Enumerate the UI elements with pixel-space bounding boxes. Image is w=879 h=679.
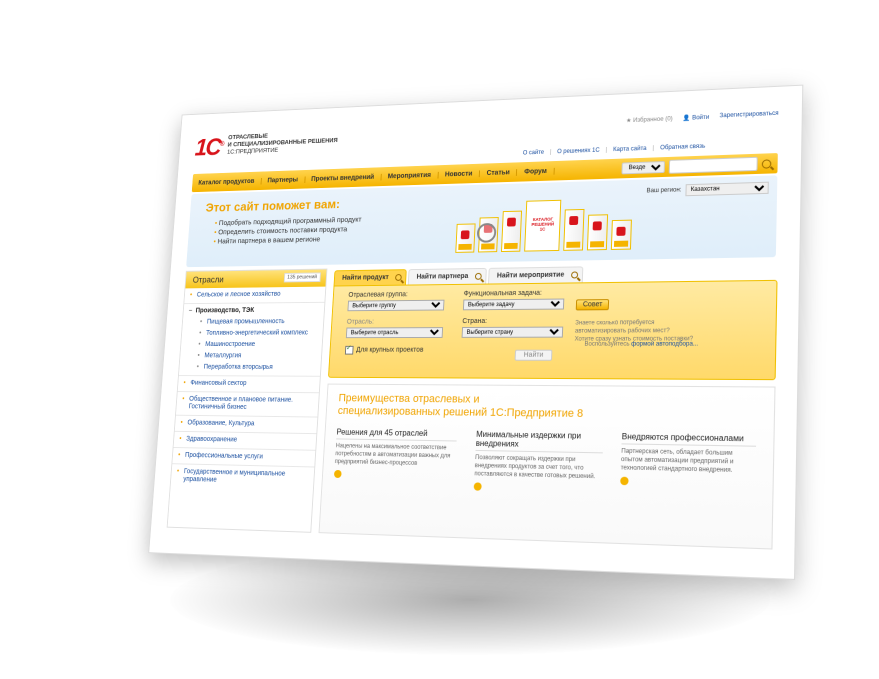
nav-forum[interactable]: Форум (517, 167, 554, 175)
link-feedback[interactable]: Обратная связь (660, 144, 705, 152)
sidebar-item-agriculture[interactable]: Сельское и лесное хозяйство (185, 287, 326, 300)
link-sitemap[interactable]: Карта сайта (613, 146, 647, 153)
region-label: Ваш регион: (646, 187, 681, 194)
product-box (563, 209, 584, 251)
industry-group-field: Отраслевая группа: Выберите группу (347, 291, 444, 311)
product-box (587, 214, 608, 250)
search-scope-select[interactable]: Везде (621, 161, 665, 174)
sidebar-item-education[interactable]: Образование, Культура (175, 415, 317, 430)
product-search-form: Отраслевая группа: Выберите группу Функц… (328, 280, 778, 380)
product-box (455, 223, 475, 252)
sidebar-item-fuel[interactable]: Топливно-энергетический комплекс (182, 326, 323, 338)
sidebar-item-metallurgy[interactable]: Металлургия (180, 349, 322, 361)
sidebar-item-production[interactable]: Производство, ТЭК (183, 302, 324, 315)
advantages-section: Преимущества отраслевых и специализирова… (319, 384, 776, 550)
info-links: О сайте | О решениях 1С | Карта сайта | Обр… (523, 144, 706, 157)
advantage-column: Внедряются профессионалами Партнерская с… (620, 432, 756, 489)
login-link[interactable]: 👤 Войти (683, 114, 710, 122)
sidebar-item-food[interactable]: Пищевая промышленность (183, 314, 324, 326)
search-icon (395, 274, 402, 281)
large-projects-option: Для крупных проектов (345, 346, 424, 355)
logo-1c: 1С® (194, 133, 223, 159)
advice-button[interactable]: Совет (576, 299, 610, 310)
task-select[interactable]: Выберите задачу (463, 299, 564, 311)
region-selector: Ваш регион: Казахстан (646, 182, 768, 198)
website-page: 1С® ОТРАСЛЕВЫЕ И СПЕЦИАЛИЗИРОВАННЫЕ РЕШЕ… (148, 85, 803, 580)
industries-sidebar: Отрасли 135 решений Сельское и лесное хо… (167, 269, 328, 533)
search-icon[interactable] (762, 159, 772, 168)
advice-hint: Знаете сколько потребуется автоматизиров… (574, 319, 693, 344)
nav-partners[interactable]: Партнеры (261, 176, 305, 184)
nav-catalog[interactable]: Каталог продуктов (192, 178, 261, 187)
task-field: Функциональная задача: Выберите задачу (463, 290, 565, 311)
industry-select[interactable]: Выберите отрасль (346, 327, 443, 338)
sidebar-item-recycling[interactable]: Переработка вторсырья (179, 360, 321, 372)
search-icon (571, 271, 578, 278)
more-arrow-icon[interactable] (474, 482, 482, 490)
country-field: Страна: Выберите страну (462, 318, 564, 338)
register-link[interactable]: Зарегистрироваться (719, 111, 778, 121)
sidebar-item-health[interactable]: Здравоохранение (174, 431, 317, 446)
nav-events[interactable]: Мероприятия (381, 171, 438, 180)
sidebar-item-catering[interactable]: Общественное и плановое питание. Гостини… (176, 391, 319, 413)
advantage-column: Минимальные издержки при внедрениях Позв… (474, 430, 604, 494)
sidebar-title: Отрасли (192, 275, 223, 285)
search-icon (475, 273, 482, 280)
sidebar-item-machinery[interactable]: Машиностроение (181, 337, 322, 349)
promo-item: Найти партнера в вашем регионе (213, 234, 360, 247)
nav-articles[interactable]: Статьи (480, 169, 518, 177)
sidebar-item-finance[interactable]: Финансовый сектор (178, 375, 320, 388)
more-arrow-icon[interactable] (334, 470, 342, 478)
favorites-link[interactable]: ★ Избранное (0) (626, 115, 673, 124)
autoselect-hint: Воспользуйтесь формой автоподбора... (584, 341, 698, 347)
large-projects-checkbox[interactable] (345, 346, 354, 355)
search-input[interactable] (669, 157, 758, 174)
advantage-column: Решения для 45 отраслей Нацелены на макс… (334, 428, 457, 481)
sidebar-item-services[interactable]: Профессиональные услуги (173, 447, 316, 463)
user-links: ★ Избранное (0) 👤 Войти Зарегистрировать… (626, 111, 779, 124)
industry-field: Отрасль: Выберите отрасль (346, 318, 444, 338)
more-arrow-icon[interactable] (620, 477, 629, 486)
site-search: Везде (621, 156, 771, 175)
promo-list: Подобрать подходящий программный продукт… (213, 215, 362, 247)
site-logo[interactable]: 1С® ОТРАСЛЕВЫЕ И СПЕЦИАЛИЗИРОВАННЫЕ РЕШЕ… (194, 128, 338, 159)
user-icon: 👤 (683, 116, 691, 122)
country-select[interactable]: Выберите страну (462, 327, 564, 338)
industry-group-select[interactable]: Выберите группу (347, 300, 444, 311)
product-box (611, 220, 632, 250)
catalog-box: КАТАЛОГ РЕШЕНИЙ 1С (524, 200, 561, 252)
promo-title: Этот сайт поможет вам: (205, 197, 340, 215)
solutions-count-badge: 135 решений (283, 272, 321, 282)
region-select[interactable]: Казахстан (685, 182, 768, 197)
link-about-site[interactable]: О сайте (523, 150, 544, 157)
advantages-title: Преимущества отраслевых и специализирова… (337, 392, 588, 421)
find-button[interactable]: Найти (515, 350, 553, 361)
nav-news[interactable]: Новости (438, 170, 480, 178)
logo-text: ОТРАСЛЕВЫЕ И СПЕЦИАЛИЗИРОВАННЫЕ РЕШЕНИЯ … (227, 130, 338, 157)
autoselect-link[interactable]: формой автоподбора... (631, 341, 698, 347)
product-box (501, 211, 522, 252)
link-about-solutions[interactable]: О решениях 1С (557, 148, 600, 155)
sidebar-header: Отрасли 135 решений (185, 270, 326, 289)
sidebar-item-government[interactable]: Государственное и муниципальное управлен… (171, 463, 315, 487)
nav-projects[interactable]: Проекты внедрений (305, 173, 382, 182)
